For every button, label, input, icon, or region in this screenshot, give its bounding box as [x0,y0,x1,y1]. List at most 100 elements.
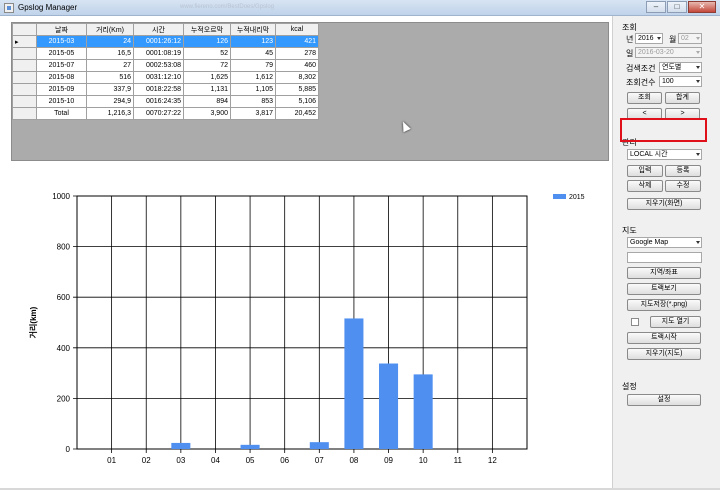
row-header[interactable]: ▸ [12,35,37,48]
cell-ascent[interactable]: 52 [183,47,231,60]
row-header-corner [12,23,37,36]
row-header[interactable] [12,83,37,96]
cell-time[interactable]: 0031:12:10 [133,71,184,84]
track-view-button[interactable]: 트랙보기 [627,283,701,295]
close-button[interactable]: ✕ [688,1,716,13]
minimize-button[interactable]: – [646,1,666,13]
cell-kcal[interactable]: 5,885 [275,83,319,96]
clear-map-button[interactable]: 지우기(지도) [627,348,701,360]
cell-ascent[interactable]: 72 [183,59,231,72]
y-tick-label: 600 [57,293,71,302]
row-header[interactable] [12,95,37,108]
count-label: 조회건수 [626,78,656,87]
x-tick-label: 11 [454,456,463,465]
open-map-checkbox[interactable] [631,318,639,326]
cell-ascent[interactable]: 1,625 [183,71,231,84]
delete-button[interactable]: 삭제 [627,180,663,192]
table-row[interactable]: 2015-09 337,9 0018:22:58 1,131 1,105 5,885 [12,83,319,96]
cell-kcal[interactable]: 20,452 [275,107,319,120]
cell-descent[interactable]: 123 [230,35,276,48]
time-zone-combo[interactable]: LOCAL 시간 [627,149,702,160]
cell-time[interactable]: 0018:22:58 [133,83,184,96]
cell-descent[interactable]: 853 [230,95,276,108]
cell-time[interactable]: 0016:24:35 [133,95,184,108]
open-map-button[interactable]: 지도 열기 [650,316,701,328]
cell-descent[interactable]: 45 [230,47,276,60]
month-combo[interactable]: 02 [678,33,702,44]
cell-time[interactable]: 0002:53:08 [133,59,184,72]
cell-distance[interactable]: 24 [86,35,134,48]
cell-descent[interactable]: 1,105 [230,83,276,96]
cell-distance[interactable]: 337,9 [86,83,134,96]
col-header-kcal[interactable]: kcal [275,23,319,36]
col-header-distance[interactable]: 거리(Km) [86,23,134,36]
cell-kcal[interactable]: 8,302 [275,71,319,84]
cell-distance[interactable]: 27 [86,59,134,72]
cell-kcal[interactable]: 278 [275,47,319,60]
cell-ascent[interactable]: 3,900 [183,107,231,120]
col-header-time[interactable]: 시간 [133,23,184,36]
map-provider-combo[interactable]: Google Map [627,237,702,248]
title-bar: Gpslog Manager www.fiereno.com/BestDoes/… [0,0,720,16]
cell-distance[interactable]: 16,5 [86,47,134,60]
cell-time[interactable]: 0001:26:12 [133,35,184,48]
cell-descent[interactable]: 79 [230,59,276,72]
cell-date[interactable]: 2015-10 [36,95,87,108]
cell-kcal[interactable]: 5,106 [275,95,319,108]
col-header-descent[interactable]: 누적내리막 [230,23,276,36]
map-provider-value: Google Map [630,239,669,246]
cell-ascent[interactable]: 1,131 [183,83,231,96]
year-combo[interactable]: 2016 [635,33,663,44]
cell-date[interactable]: 2015-09 [36,83,87,96]
app-icon [4,3,14,13]
y-tick-label: 200 [57,394,71,403]
table-row[interactable]: 2015-08 516 0031:12:10 1,625 1,612 8,302 [12,71,319,84]
row-header[interactable] [12,59,37,72]
cell-time[interactable]: 0070:27:22 [133,107,184,120]
cell-ascent[interactable]: 894 [183,95,231,108]
cell-time[interactable]: 0001:08:19 [133,47,184,60]
bar-09 [379,363,399,449]
day-picker[interactable]: 2016-03-20 [635,47,702,58]
table-row[interactable]: ▸ 2015-03 24 0001:26:12 126 123 421 [12,35,319,48]
table-row[interactable]: 2015-10 294,9 0016:24:35 894 853 5,106 [12,95,319,108]
cell-distance[interactable]: 1,216,3 [86,107,134,120]
track-start-button[interactable]: 트랙시작 [627,332,701,344]
map-search-input[interactable] [627,252,702,263]
edit-button[interactable]: 수정 [665,180,701,192]
region-coords-button[interactable]: 지역/좌표 [627,267,701,279]
save-map-button[interactable]: 지도저장(*.png) [627,299,701,311]
cell-kcal[interactable]: 460 [275,59,319,72]
col-header-date[interactable]: 날짜 [36,23,87,36]
settings-button[interactable]: 설정 [627,394,701,406]
x-tick-label: 04 [211,456,220,465]
register-button[interactable]: 등록 [665,165,701,177]
cell-kcal[interactable]: 421 [275,35,319,48]
col-header-ascent[interactable]: 누적오르막 [183,23,231,36]
cell-distance[interactable]: 516 [86,71,134,84]
row-header[interactable] [12,71,37,84]
row-header[interactable] [12,107,37,120]
sum-button[interactable]: 합계 [665,92,700,104]
row-header[interactable] [12,47,37,60]
cell-descent[interactable]: 3,817 [230,107,276,120]
criteria-combo[interactable]: 연도별 [659,62,702,73]
cell-descent[interactable]: 1,612 [230,71,276,84]
cell-date[interactable]: 2015-03 [36,35,87,48]
clear-screen-button[interactable]: 지우기(화면) [627,198,701,210]
settings-section-title: 설정 [622,382,637,391]
count-combo[interactable]: 100 [659,76,702,87]
time-zone-value: LOCAL 시간 [630,151,668,158]
table-row[interactable]: 2015-07 27 0002:53:08 72 79 460 [12,59,319,72]
cell-date[interactable]: Total [36,107,87,120]
cell-date[interactable]: 2015-07 [36,59,87,72]
cell-date[interactable]: 2015-05 [36,47,87,60]
table-row[interactable]: 2015-05 16,5 0001:08:19 52 45 278 [12,47,319,60]
cell-ascent[interactable]: 126 [183,35,231,48]
table-row[interactable]: Total 1,216,3 0070:27:22 3,900 3,817 20,452 [12,107,319,120]
maximize-button[interactable]: □ [667,1,687,13]
query-button[interactable]: 조회 [627,92,662,104]
input-button[interactable]: 입력 [627,165,663,177]
cell-date[interactable]: 2015-08 [36,71,87,84]
cell-distance[interactable]: 294,9 [86,95,134,108]
